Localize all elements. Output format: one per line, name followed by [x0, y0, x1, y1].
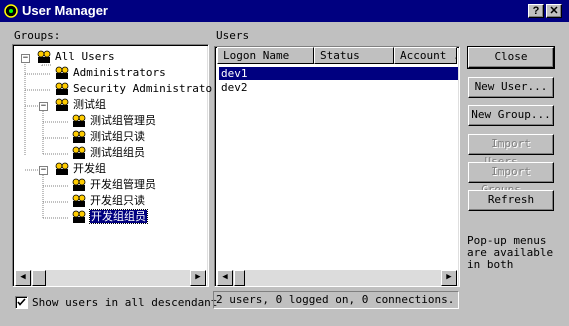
tree-item-security-administrators[interactable]: Security Administrator [54, 81, 219, 97]
column-header-logon-name[interactable]: Logon Name [217, 47, 314, 64]
new-group-button[interactable]: New Group... [468, 105, 554, 126]
group-icon [55, 82, 69, 95]
tree-item-dev-group[interactable]: 开发组 [54, 161, 106, 177]
users-label: Users [216, 29, 250, 42]
group-icon [72, 146, 86, 159]
tree-item-administrators[interactable]: Administrators [54, 65, 166, 81]
app-icon [4, 4, 18, 18]
new-user-button[interactable]: New User... [468, 77, 554, 98]
group-icon [72, 194, 86, 207]
table-row[interactable]: dev1 [219, 67, 458, 80]
tree-item-all-users[interactable]: All Users [36, 49, 115, 65]
scroll-thumb[interactable] [234, 270, 245, 286]
group-icon [72, 130, 86, 143]
column-header-account[interactable]: Account ... [394, 47, 457, 64]
window-title: User Manager [22, 3, 108, 18]
all-users-collapse-toggle[interactable]: − [21, 54, 30, 63]
group-icon [72, 114, 86, 127]
close-button[interactable]: Close [467, 46, 555, 69]
dev-group-collapse-toggle[interactable]: − [39, 166, 48, 175]
tree-item-test-group[interactable]: 测试组 [54, 97, 106, 113]
table-row[interactable]: dev2 [219, 81, 458, 94]
tree-item-dev-admin[interactable]: 开发组管理员 [71, 177, 156, 193]
tree-item-dev-members[interactable]: 开发组组员 [71, 209, 148, 225]
group-icon [72, 210, 86, 223]
title-bar: User Manager ? ✕ [0, 0, 569, 22]
scroll-thumb[interactable] [32, 270, 46, 286]
groups-label: Groups: [14, 29, 61, 42]
show-users-checkbox[interactable] [15, 296, 28, 309]
groups-tree[interactable]: − All Users Administrators Security Admi… [12, 44, 219, 287]
help-button[interactable]: ? [528, 4, 544, 18]
popup-menu-hint: Pop-up menus are available in both [467, 234, 554, 271]
group-icon [55, 162, 69, 175]
import-users-button[interactable]: Import Users... [468, 134, 554, 168]
close-window-button[interactable]: ✕ [546, 4, 562, 18]
group-icon [55, 98, 69, 111]
column-header-status[interactable]: Status [314, 47, 394, 64]
scroll-right-arrow-icon[interactable]: ▶ [190, 270, 206, 286]
scroll-right-arrow-icon[interactable]: ▶ [441, 270, 457, 286]
show-users-label[interactable]: Show users in all descendant [32, 296, 217, 309]
tree-item-test-admin[interactable]: 测试组管理员 [71, 113, 156, 129]
scroll-left-arrow-icon[interactable]: ◀ [217, 270, 233, 286]
scroll-left-arrow-icon[interactable]: ◀ [15, 270, 31, 286]
import-groups-button[interactable]: Import Groups... [468, 162, 554, 196]
status-bar: 2 users, 0 logged on, 0 connections. [213, 291, 459, 309]
group-icon [37, 50, 51, 63]
test-group-collapse-toggle[interactable]: − [39, 102, 48, 111]
users-list[interactable]: Logon Name Status Account ... dev1 dev2 … [214, 46, 460, 287]
tree-item-test-members[interactable]: 测试组组员 [71, 145, 145, 161]
tree-item-dev-readonly[interactable]: 开发组只读 [71, 193, 145, 209]
tree-item-test-readonly[interactable]: 测试组只读 [71, 129, 145, 145]
group-icon [72, 178, 86, 191]
group-icon [55, 66, 69, 79]
checkmark-icon [17, 298, 26, 306]
refresh-button[interactable]: Refresh [468, 190, 554, 211]
groups-horizontal-scrollbar[interactable]: ◀ ▶ [15, 270, 206, 286]
users-horizontal-scrollbar[interactable]: ◀ ▶ [217, 270, 457, 286]
